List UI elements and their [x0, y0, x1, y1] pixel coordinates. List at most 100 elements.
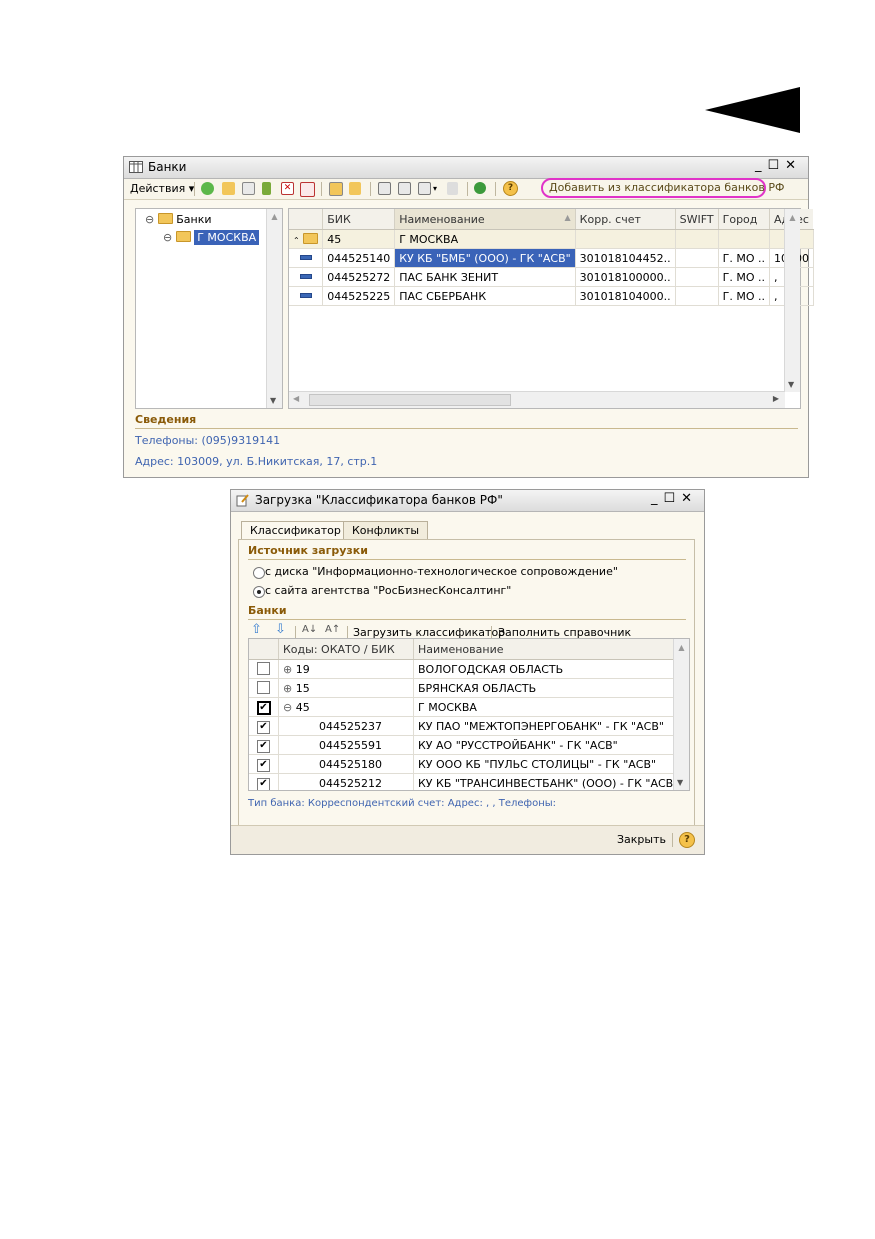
- item-icon: [299, 254, 312, 260]
- row-checkbox[interactable]: ✔: [256, 701, 271, 715]
- dialog-footer: Закрыть ?: [231, 825, 704, 854]
- cell-name: КУ ПАО "МЕЖТОПЭНЕРГОБАНК" - ГК "АСВ": [413, 716, 684, 736]
- cell-name: ПАС БАНК ЗЕНИТ: [394, 267, 576, 287]
- group-code: 45: [322, 229, 396, 249]
- tree-item-moscow[interactable]: ⊖ Г МОСКВА: [163, 230, 260, 245]
- filter-list-icon[interactable]: [418, 182, 431, 195]
- cell-corr: 301018100000..: [575, 267, 676, 287]
- maximize-icon[interactable]: ☐: [663, 491, 681, 506]
- scroll-right-icon[interactable]: ▶: [773, 394, 779, 403]
- group-name: Г МОСКВА: [394, 229, 576, 249]
- cell-name: КУ КБ "ТРАНСИНВЕСТБАНК" (ООО) - ГК "АСВ": [413, 773, 684, 790]
- table-row[interactable]: ⊕ 19 ВОЛОГОДСКАЯ ОБЛАСТЬ: [249, 659, 684, 679]
- col-name[interactable]: Наименование: [413, 639, 683, 660]
- scroll-down-icon[interactable]: ▼: [677, 778, 683, 787]
- cell-swift: [675, 267, 719, 287]
- row-checkbox[interactable]: [257, 680, 270, 694]
- tree-item-root[interactable]: ⊖ Банки: [145, 213, 212, 226]
- classifier-scrollbar[interactable]: ▲ ▼: [673, 639, 689, 790]
- add-icon[interactable]: [201, 182, 214, 195]
- close-icon[interactable]: ✕: [785, 158, 802, 173]
- row-checkbox[interactable]: ✔: [257, 721, 270, 734]
- table-row[interactable]: ✔ 044525237 КУ ПАО "МЕЖТОПЭНЕРГОБАНК" - …: [249, 716, 684, 736]
- delete-icon[interactable]: ✕: [281, 182, 294, 195]
- scroll-down-icon[interactable]: ▼: [270, 396, 276, 405]
- collapse-icon[interactable]: ⊖: [283, 701, 292, 714]
- scroll-thumb[interactable]: [309, 394, 511, 406]
- banks-heading: Банки: [248, 604, 287, 617]
- table-row[interactable]: ✔ 044525180 КУ ООО КБ "ПУЛЬС СТОЛИЦЫ" - …: [249, 754, 684, 774]
- scroll-left-icon[interactable]: ◀: [293, 394, 299, 403]
- table-row[interactable]: ⊕ 15 БРЯНСКАЯ ОБЛАСТЬ: [249, 678, 684, 698]
- sort-asc-icon[interactable]: A↓: [302, 624, 317, 635]
- col-corr[interactable]: Корр. счет: [575, 209, 676, 230]
- table-row[interactable]: ✔ ⊖ 45 Г МОСКВА: [249, 697, 684, 717]
- row-checkbox[interactable]: [257, 661, 270, 675]
- refresh-icon[interactable]: [474, 182, 486, 194]
- table-row[interactable]: 044525140 КУ КБ "БМБ" (ООО) - ГК "АСВ" 3…: [289, 248, 814, 268]
- classifier-tab-panel: Источник загрузки с диска "Информационно…: [238, 539, 695, 826]
- grid-vertical-scrollbar[interactable]: ▲ ▼: [784, 209, 800, 392]
- grid-horizontal-scrollbar[interactable]: ◀ ▶: [289, 391, 785, 408]
- mark-delete-icon[interactable]: [300, 182, 315, 197]
- source-web-radio[interactable]: [253, 586, 265, 598]
- source-heading: Источник загрузки: [248, 544, 368, 557]
- tree-root-label: Банки: [176, 213, 212, 226]
- collapse-icon[interactable]: ⊖: [163, 231, 172, 244]
- copy-icon[interactable]: [242, 182, 255, 195]
- source-disk-radio[interactable]: [253, 567, 265, 579]
- col-codes[interactable]: Коды: ОКАТО / БИК: [278, 639, 414, 660]
- filter-icon[interactable]: [398, 182, 411, 195]
- clear-filter-icon[interactable]: [447, 182, 458, 195]
- move-up-icon[interactable]: ⇧: [251, 622, 262, 637]
- col-city[interactable]: Город: [718, 209, 770, 230]
- scroll-up-icon[interactable]: ▲: [267, 212, 282, 221]
- cell-name: ПАС СБЕРБАНК: [394, 286, 576, 306]
- scroll-up-icon[interactable]: ▲: [785, 213, 800, 222]
- minimize-icon[interactable]: _: [755, 158, 768, 173]
- hierarchy-icon[interactable]: [329, 182, 343, 196]
- close-button[interactable]: Закрыть: [617, 833, 666, 846]
- scroll-down-icon[interactable]: ▼: [788, 380, 794, 389]
- help-icon[interactable]: ?: [679, 832, 695, 848]
- move-down-icon[interactable]: ⇩: [275, 622, 286, 637]
- tree-scrollbar[interactable]: ▲ ▼: [266, 209, 282, 408]
- expand-icon[interactable]: ⌃: [293, 236, 300, 245]
- edit-icon[interactable]: [262, 182, 271, 195]
- maximize-icon[interactable]: ☐: [767, 158, 785, 173]
- cell-corr: 301018104452..: [575, 248, 676, 268]
- actions-menu[interactable]: Действия ▾: [130, 181, 194, 197]
- collapse-icon[interactable]: ⊖: [145, 213, 154, 226]
- level-up-icon[interactable]: [349, 182, 361, 195]
- expand-icon[interactable]: ⊕: [283, 663, 292, 676]
- details-address: Адрес: 103009, ул. Б.Никитская, 17, стр.…: [135, 455, 378, 468]
- close-icon[interactable]: ✕: [681, 491, 698, 506]
- row-checkbox[interactable]: ✔: [257, 759, 270, 772]
- table-row[interactable]: 044525272 ПАС БАНК ЗЕНИТ 301018100000.. …: [289, 267, 814, 287]
- col-name[interactable]: Наименование ▲: [394, 209, 576, 230]
- table-row[interactable]: ✔ 044525212 КУ КБ "ТРАНСИНВЕСТБАНК" (ООО…: [249, 773, 684, 790]
- row-checkbox[interactable]: ✔: [257, 778, 270, 790]
- sort-desc-icon[interactable]: A↑: [325, 624, 340, 635]
- cell-swift: [675, 248, 719, 268]
- tab-conflicts[interactable]: Конфликты: [343, 521, 429, 540]
- table-row[interactable]: 044525225 ПАС СБЕРБАНК 301018104000.. Г.…: [289, 286, 814, 306]
- col-bik[interactable]: БИК: [322, 209, 396, 230]
- table-row[interactable]: ⌃ 45 Г МОСКВА: [289, 229, 814, 249]
- expand-icon[interactable]: ⊕: [283, 682, 292, 695]
- table-row[interactable]: ✔ 044525591 КУ АО "РУССТРОЙБАНК" - ГК "А…: [249, 735, 684, 755]
- sort-icon[interactable]: [378, 182, 391, 195]
- help-icon[interactable]: ?: [503, 181, 518, 196]
- chevron-down-icon[interactable]: ▾: [433, 181, 437, 197]
- minimize-icon[interactable]: _: [651, 491, 664, 506]
- selected-bank-details: Тип банка: Корреспондентский счет: Адрес…: [248, 798, 556, 809]
- cell-code: 044525212: [278, 773, 414, 790]
- cell-name: Г МОСКВА: [413, 697, 684, 717]
- cell-name: КУ КБ "БМБ" (ООО) - ГК "АСВ": [394, 248, 576, 268]
- tab-classifier[interactable]: Классификатор: [241, 521, 350, 541]
- add-from-classifier-button[interactable]: Добавить из классификатора банков РФ: [541, 178, 785, 198]
- row-checkbox[interactable]: ✔: [257, 740, 270, 753]
- col-swift[interactable]: SWIFT: [675, 209, 719, 230]
- scroll-up-icon[interactable]: ▲: [674, 643, 689, 652]
- add-folder-icon[interactable]: [222, 182, 235, 195]
